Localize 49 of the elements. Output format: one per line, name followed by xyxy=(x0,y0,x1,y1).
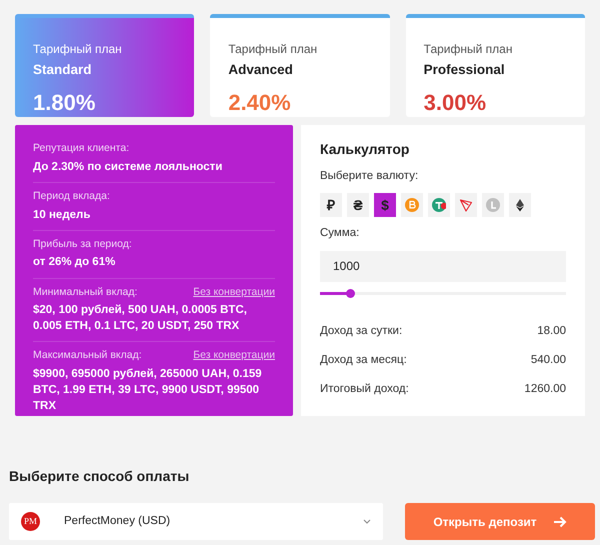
payment-select[interactable]: PM PerfectMoney (USD) xyxy=(9,503,383,540)
detail-label: Прибыль за период: xyxy=(33,236,132,252)
calculator-title: Калькулятор xyxy=(320,140,410,159)
detail-label: Максимальный вклад: xyxy=(33,348,142,364)
result-label: Доход за месяц: xyxy=(320,352,407,368)
arrow-right-icon xyxy=(552,516,567,528)
plan-rate: 2.40% xyxy=(228,89,292,118)
plan-rate: 3.00% xyxy=(424,89,488,118)
result-label: Итоговый доход: xyxy=(320,382,409,397)
plan-label: Тарифный план xyxy=(33,41,123,58)
payment-method: PerfectMoney (USD) xyxy=(64,514,170,529)
result-value: 540.00 xyxy=(530,352,566,368)
plan-name: Professional xyxy=(424,61,506,79)
plan-name: Advanced xyxy=(228,61,294,79)
tether-icon xyxy=(432,198,446,212)
currency-button[interactable]: ₴ xyxy=(347,193,369,218)
detail-value: от 26% до 61% xyxy=(33,255,116,270)
plan-card[interactable]: Тарифный план Professional 3.00% xyxy=(406,14,585,117)
ethereum-icon xyxy=(513,198,527,212)
plan-card[interactable]: Тарифный план Standard 1.80% xyxy=(15,14,194,117)
chevron-icon xyxy=(363,519,371,524)
payment-logo: PM xyxy=(21,512,40,531)
currency-button[interactable] xyxy=(455,193,477,218)
detail-label: Репутация клиента: xyxy=(33,141,130,156)
tron-icon xyxy=(459,198,473,212)
plan-label: Тарифный план xyxy=(228,41,318,58)
currency-button[interactable]: ₽ xyxy=(320,193,342,218)
detail-label: Период вклада: xyxy=(33,188,110,204)
section-title: Выберите способ оплаты xyxy=(9,467,190,486)
litecoin-icon xyxy=(486,198,500,212)
result-value: 18.00 xyxy=(537,324,566,338)
plan-name: Standard xyxy=(33,61,93,79)
field-label: Сумма: xyxy=(320,226,360,242)
plan-card[interactable]: Тарифный план Advanced 2.40% xyxy=(210,14,390,117)
detail-label: Минимальный вклад: xyxy=(33,284,138,300)
currency-button[interactable] xyxy=(509,193,531,218)
result-value: 1260.00 xyxy=(524,382,566,397)
result-label: Доход за сутки: xyxy=(320,324,402,338)
field-label: Выберите валюту: xyxy=(320,169,420,184)
plan-rate: 1.80% xyxy=(33,89,96,118)
amount-field[interactable]: 1000 xyxy=(320,250,566,282)
bitcoin-icon xyxy=(405,198,419,212)
detail-value: $9900, 695000 рублей, 265000 UAH, 0.159 BTC, 1.99 ETH, 39 LTC, 9900 USDT, 99500 TRX xyxy=(33,367,263,414)
slider-thumb[interactable] xyxy=(346,288,355,298)
currency-button[interactable] xyxy=(428,193,450,218)
detail-value: 10 недель xyxy=(33,208,92,223)
plan-label: Тарифный план xyxy=(424,41,514,58)
detail-value: До 2.30% по системе лояльности xyxy=(33,160,224,175)
detail-value: $20, 100 рублей, 500 UAH, 0.0005 BTC, 0.005 ETH, 0.1 LTC, 20 USDT, 250 TRX xyxy=(33,303,248,334)
